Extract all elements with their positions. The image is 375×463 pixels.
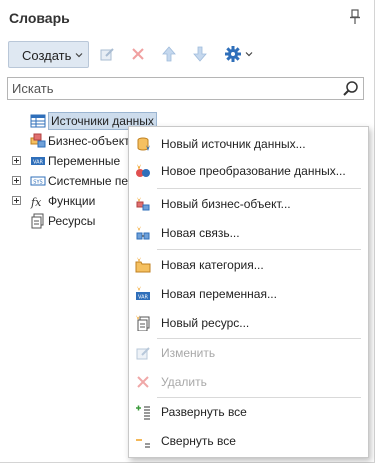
menu-item-new-transformation[interactable]: Новое преобразование данных... [129, 158, 368, 184]
tree-item-variables[interactable]: VAR Переменные [12, 152, 132, 170]
new-relation-icon [136, 226, 150, 240]
search-box [7, 77, 364, 100]
edit-icon [136, 347, 150, 360]
move-down-button[interactable] [189, 43, 211, 65]
search-input[interactable] [8, 78, 338, 99]
menu-item-label: Свернуть все [161, 434, 236, 448]
delete-icon [132, 48, 144, 60]
new-category-icon [135, 257, 151, 273]
expand-icon[interactable] [12, 196, 21, 205]
system-variable-icon: SYS [30, 176, 46, 186]
move-up-button[interactable] [158, 43, 180, 65]
menu-item-collapse-all[interactable]: Свернуть все [129, 428, 368, 454]
menu-item-label: Удалить [161, 375, 207, 389]
toolbar: Создать [0, 40, 375, 70]
resource-icon [31, 213, 44, 229]
context-menu: Новый источник данных... Новое преобразо… [128, 126, 369, 458]
expand-icon[interactable] [12, 156, 21, 165]
arrow-down-icon [193, 46, 207, 62]
menu-item-label: Новое преобразование данных... [161, 164, 346, 178]
menu-separator [157, 338, 361, 339]
menu-item-label: Новая связь... [161, 226, 240, 240]
expand-icon[interactable] [12, 176, 21, 185]
new-transformation-icon [136, 164, 150, 177]
new-datasource-icon [137, 137, 150, 151]
new-variable-icon: VAR [136, 286, 150, 301]
svg-text:VAR: VAR [33, 160, 44, 166]
new-resource-icon [136, 315, 150, 331]
menu-separator [157, 397, 361, 398]
dictionary-panel: Словарь Создать Искать Источники данных … [0, 0, 375, 463]
menu-item-label: Новый ресурс... [161, 316, 250, 330]
menu-item-new-variable[interactable]: VAR Новая переменная... [129, 281, 368, 307]
tree-item-label: Переменные [48, 154, 121, 168]
expand-all-icon [136, 405, 150, 420]
edit-button[interactable] [96, 43, 118, 65]
search-icon[interactable] [342, 80, 359, 97]
create-button-label: Создать [22, 48, 72, 63]
menu-item-delete[interactable]: Удалить [129, 369, 368, 395]
arrow-up-icon [162, 46, 176, 62]
collapse-all-icon [136, 439, 150, 448]
edit-icon [100, 48, 114, 61]
panel-header: Словарь [0, 0, 375, 36]
menu-item-label: Новый источник данных... [161, 137, 306, 151]
tree-item-business-objects[interactable]: Бизнес-объекты [30, 132, 140, 150]
menu-item-new-business-object[interactable]: Новый бизнес-объект... [129, 191, 368, 217]
create-button[interactable]: Создать [8, 41, 89, 68]
delete-button[interactable] [127, 43, 149, 65]
menu-item-label: Развернуть все [161, 405, 247, 419]
menu-item-edit[interactable]: Изменить [129, 340, 368, 366]
menu-separator [157, 188, 361, 189]
settings-button[interactable] [221, 43, 255, 65]
chevron-down-icon [75, 53, 83, 58]
menu-item-expand-all[interactable]: Развернуть все [129, 399, 368, 425]
menu-item-new-resource[interactable]: Новый ресурс... [129, 310, 368, 336]
menu-item-label: Новая переменная... [161, 287, 277, 301]
tree-item-label: Бизнес-объекты [48, 134, 139, 148]
menu-item-new-datasource[interactable]: Новый источник данных... [129, 131, 368, 157]
tree-item-functions[interactable]: fx Функции [12, 192, 122, 210]
tree-item-label: Ресурсы [48, 214, 96, 228]
business-object-icon [30, 133, 46, 148]
panel-title: Словарь [9, 10, 70, 26]
menu-item-new-category[interactable]: Новая категория... [129, 252, 368, 278]
variable-icon: VAR [31, 157, 45, 166]
svg-text:SYS: SYS [33, 180, 42, 186]
gear-icon [224, 46, 241, 62]
function-icon: fx [30, 196, 42, 209]
menu-item-new-relation[interactable]: Новая связь... [129, 220, 368, 246]
new-business-object-icon [136, 197, 150, 211]
chevron-down-icon [245, 52, 252, 57]
menu-item-label: Новая категория... [161, 258, 264, 272]
tree-item-system-variables[interactable]: SYS Системные пер [12, 172, 135, 190]
delete-icon [137, 376, 149, 388]
svg-text:VAR: VAR [138, 295, 149, 301]
menu-item-label: Новый бизнес-объект... [161, 197, 291, 211]
database-icon [30, 114, 46, 128]
tree-item-resources[interactable]: Ресурсы [30, 212, 120, 230]
menu-item-label: Изменить [161, 346, 216, 360]
pin-icon[interactable] [349, 9, 361, 25]
svg-text:fx: fx [30, 196, 42, 209]
menu-separator [157, 249, 361, 250]
tree-item-label: Системные пер [48, 174, 135, 188]
tree-item-label: Функции [48, 194, 96, 208]
